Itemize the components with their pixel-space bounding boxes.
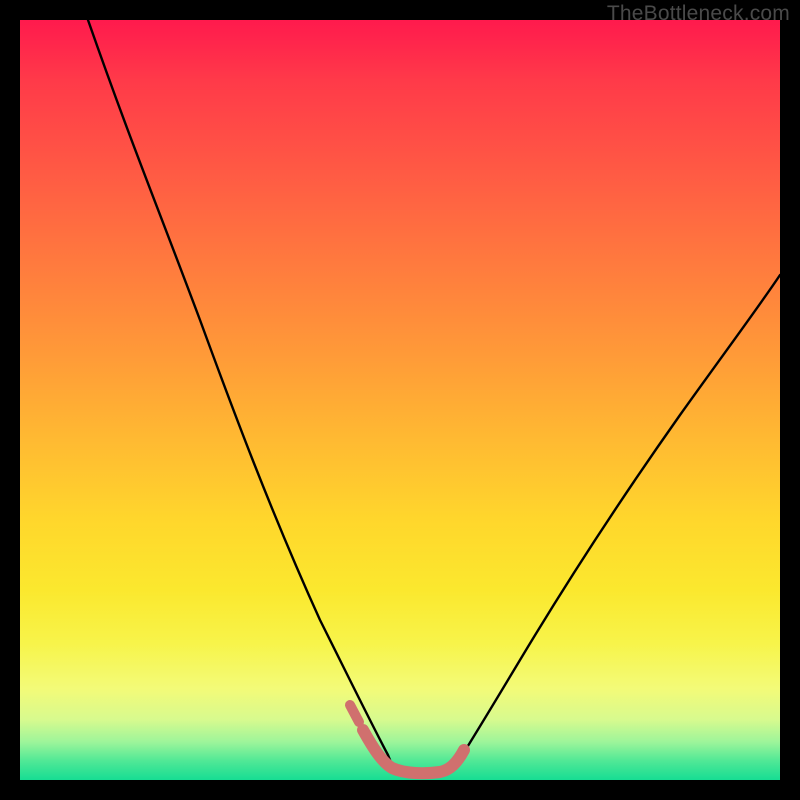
left-curve [88,20,392,765]
highlight-left-dash [350,705,359,722]
chart-frame: TheBottleneck.com [0,0,800,800]
chart-svg [20,20,780,780]
watermark-text: TheBottleneck.com [607,2,790,26]
chart-plot-area [20,20,780,780]
right-curve [456,275,780,765]
